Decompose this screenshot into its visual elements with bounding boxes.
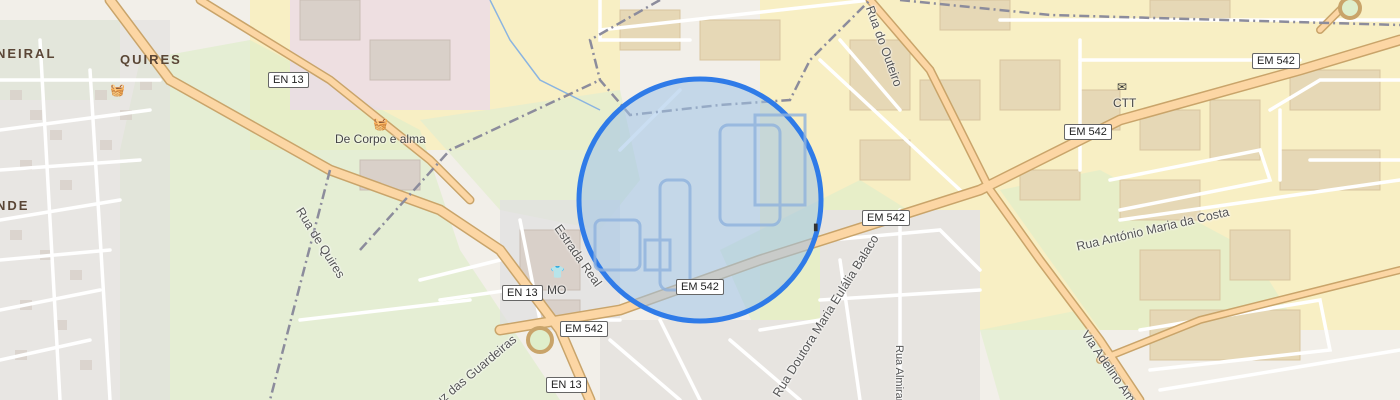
route-shield-en13: EN 13: [502, 285, 543, 301]
map-marker-icon[interactable]: ▮: [813, 222, 819, 234]
place-label-quires: QUIRES: [120, 52, 182, 67]
clothing-shop-icon[interactable]: 👕: [550, 266, 565, 278]
poi-label-mo[interactable]: MO: [547, 283, 566, 297]
street-label-vertical: Rua Almirante: [893, 345, 905, 400]
route-shield-em542: EM 542: [560, 321, 608, 337]
map-canvas[interactable]: NEIRAL QUIRES NDE Rua de Quires Estrada …: [0, 0, 1400, 400]
route-shield-em542: EM 542: [1064, 124, 1112, 140]
post-office-icon[interactable]: ✉: [1117, 81, 1127, 93]
roundabout: [526, 326, 554, 354]
route-shield-em542: EM 542: [862, 210, 910, 226]
roundabout: [1338, 0, 1362, 20]
poi-label-ctt[interactable]: CTT: [1113, 96, 1136, 110]
shopping-basket-icon[interactable]: 🧺: [373, 118, 388, 130]
poi-label-de-corpo-e-alma[interactable]: De Corpo e alma: [335, 132, 426, 146]
route-shield-en13: EN 13: [546, 377, 587, 393]
route-shield-em542: EM 542: [676, 279, 724, 295]
route-shield-en13: EN 13: [268, 72, 309, 88]
place-label-neiral: NEIRAL: [0, 46, 57, 61]
map-base-layer: [0, 0, 1400, 400]
route-shield-em542: EM 542: [1252, 53, 1300, 69]
place-label-nde: NDE: [0, 198, 30, 213]
shopping-basket-icon[interactable]: 🧺: [110, 84, 125, 96]
